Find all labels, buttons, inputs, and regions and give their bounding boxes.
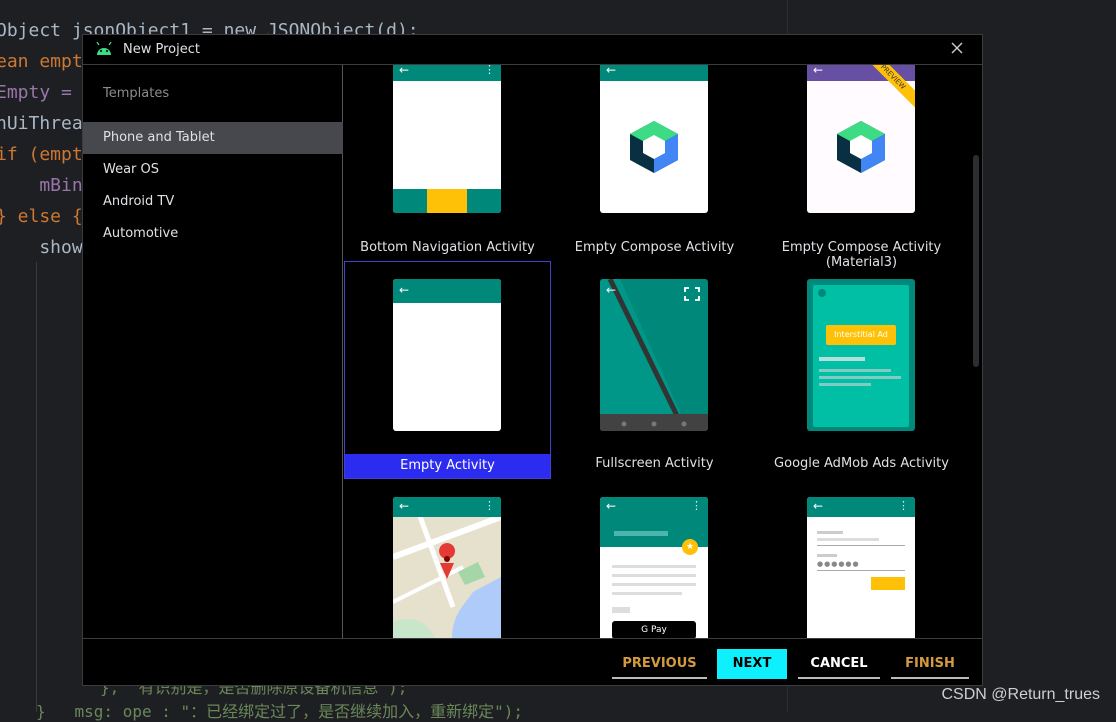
back-arrow-icon: ← [399, 65, 410, 77]
sidebar-item-phone-and-tablet[interactable]: Phone and Tablet [83, 122, 343, 154]
code-line: ean empt [0, 51, 83, 72]
code-line: } msg: ope : "：已经绑定过了，是否继续加入，重新绑定"); [36, 702, 524, 721]
back-arrow-icon: ← [399, 283, 410, 297]
app-bar: ← [600, 65, 708, 81]
code-line: nUiThrea [0, 113, 83, 134]
code-line: show [0, 237, 83, 258]
google-pay-button: G Pay [612, 621, 696, 638]
sidebar-item-android-tv[interactable]: Android TV [83, 186, 343, 218]
template-fullscreen-activity[interactable]: ← Fullscreen Activity [551, 261, 758, 479]
template-thumbnail: ← ⋮ [393, 497, 501, 638]
template-label: Empty Activity [345, 454, 550, 478]
template-empty-compose-activity[interactable]: ← Empty Compose Activity [551, 65, 758, 279]
jetpack-compose-icon [630, 121, 678, 173]
finish-button[interactable]: FINISH [891, 649, 969, 679]
code-line: if (empt [0, 144, 83, 165]
sidebar-item-automotive[interactable]: Automotive [83, 218, 343, 250]
template-thumbnail: ← PREVIEW [807, 65, 915, 213]
template-thumbnail: ← [600, 279, 708, 431]
jetpack-compose-icon [837, 121, 885, 173]
android-icon [96, 42, 112, 55]
template-google-maps-activity[interactable]: ← ⋮ [344, 479, 551, 638]
sidebar-header: Templates [103, 86, 170, 101]
template-thumbnail: ← [600, 65, 708, 213]
code-line: } else { [0, 206, 83, 227]
dialog-title: New Project [123, 42, 200, 57]
back-arrow-icon: ← [606, 283, 617, 297]
app-bar: ← [393, 279, 501, 303]
ad-card: Interstitial Ad [813, 285, 909, 427]
watermark: CSDN @Return_trues [941, 686, 1100, 703]
password-dots: ●●●●●● [817, 560, 860, 568]
diagonal-graphic [600, 279, 708, 431]
template-empty-compose-activity-material3[interactable]: ← PREVIEW Empty Compose Activity (Materi… [758, 65, 965, 279]
template-bottom-navigation-activity[interactable]: ← ⋮ Bottom Navigation Activity [344, 65, 551, 279]
template-thumbnail: ← ⋮ [393, 65, 501, 213]
overflow-menu-icon: ⋮ [484, 65, 495, 76]
template-grid-scrollbar[interactable] [973, 155, 979, 367]
template-label: Google AdMob Ads Activity [774, 456, 949, 471]
back-arrow-icon: ← [813, 65, 824, 77]
app-bar: ← ⋮ [393, 65, 501, 81]
sidebar-item-wear-os[interactable]: Wear OS [83, 154, 343, 186]
close-icon[interactable] [950, 41, 964, 55]
star-icon: ★ [682, 539, 698, 555]
template-google-admob-ads-activity[interactable]: Interstitial Ad Google AdMob Ads Activit… [758, 261, 965, 479]
overflow-menu-icon: ⋮ [898, 499, 909, 512]
app-bar: ← ⋮ [393, 497, 501, 517]
template-label: Fullscreen Activity [595, 456, 714, 471]
back-arrow-icon: ← [606, 65, 617, 77]
dialog-footer: PREVIOUS NEXT CANCEL FINISH [83, 638, 982, 687]
interstitial-ad-label: Interstitial Ad [826, 325, 896, 345]
template-thumbnail: ← ⋮ ★ G Pay [600, 497, 708, 638]
map-graphic [393, 497, 501, 638]
template-thumbnail: ← ⋮ ●●●●●● [807, 497, 915, 638]
template-empty-activity[interactable]: ← Empty Activity [344, 261, 551, 479]
bottom-nav-bar [393, 189, 501, 213]
template-categories-sidebar: Templates Phone and Tablet Wear OS Andro… [83, 65, 343, 638]
template-thumbnail: Interstitial Ad [807, 279, 915, 431]
back-arrow-icon: ← [606, 499, 617, 513]
previous-button[interactable]: PREVIOUS [612, 649, 707, 679]
back-arrow-icon: ← [813, 499, 824, 513]
code-line: mBin [0, 175, 83, 196]
back-arrow-icon: ← [399, 499, 410, 513]
template-google-pay-activity[interactable]: ← ⋮ ★ G Pay [551, 479, 758, 638]
overflow-menu-icon: ⋮ [691, 499, 702, 512]
app-bar: ← ⋮ [807, 497, 915, 517]
template-login-activity[interactable]: ← ⋮ ●●●●●● [758, 479, 965, 638]
template-grid: ← ⋮ Bottom Navigation Activity ← Empty Co… [344, 65, 984, 638]
dialog-titlebar: New Project [83, 35, 982, 65]
template-label: Empty Compose Activity [574, 240, 735, 255]
code-line: Empty = [0, 82, 72, 103]
next-button[interactable]: NEXT [717, 649, 787, 679]
new-project-dialog: New Project Templates Phone and Tablet W… [82, 34, 983, 686]
overflow-menu-icon: ⋮ [484, 499, 495, 512]
fullscreen-icon [684, 287, 700, 301]
template-label: Bottom Navigation Activity [360, 240, 535, 255]
cancel-button[interactable]: CANCEL [798, 649, 880, 679]
indent-guide [36, 262, 37, 712]
template-thumbnail: ← [393, 279, 501, 431]
